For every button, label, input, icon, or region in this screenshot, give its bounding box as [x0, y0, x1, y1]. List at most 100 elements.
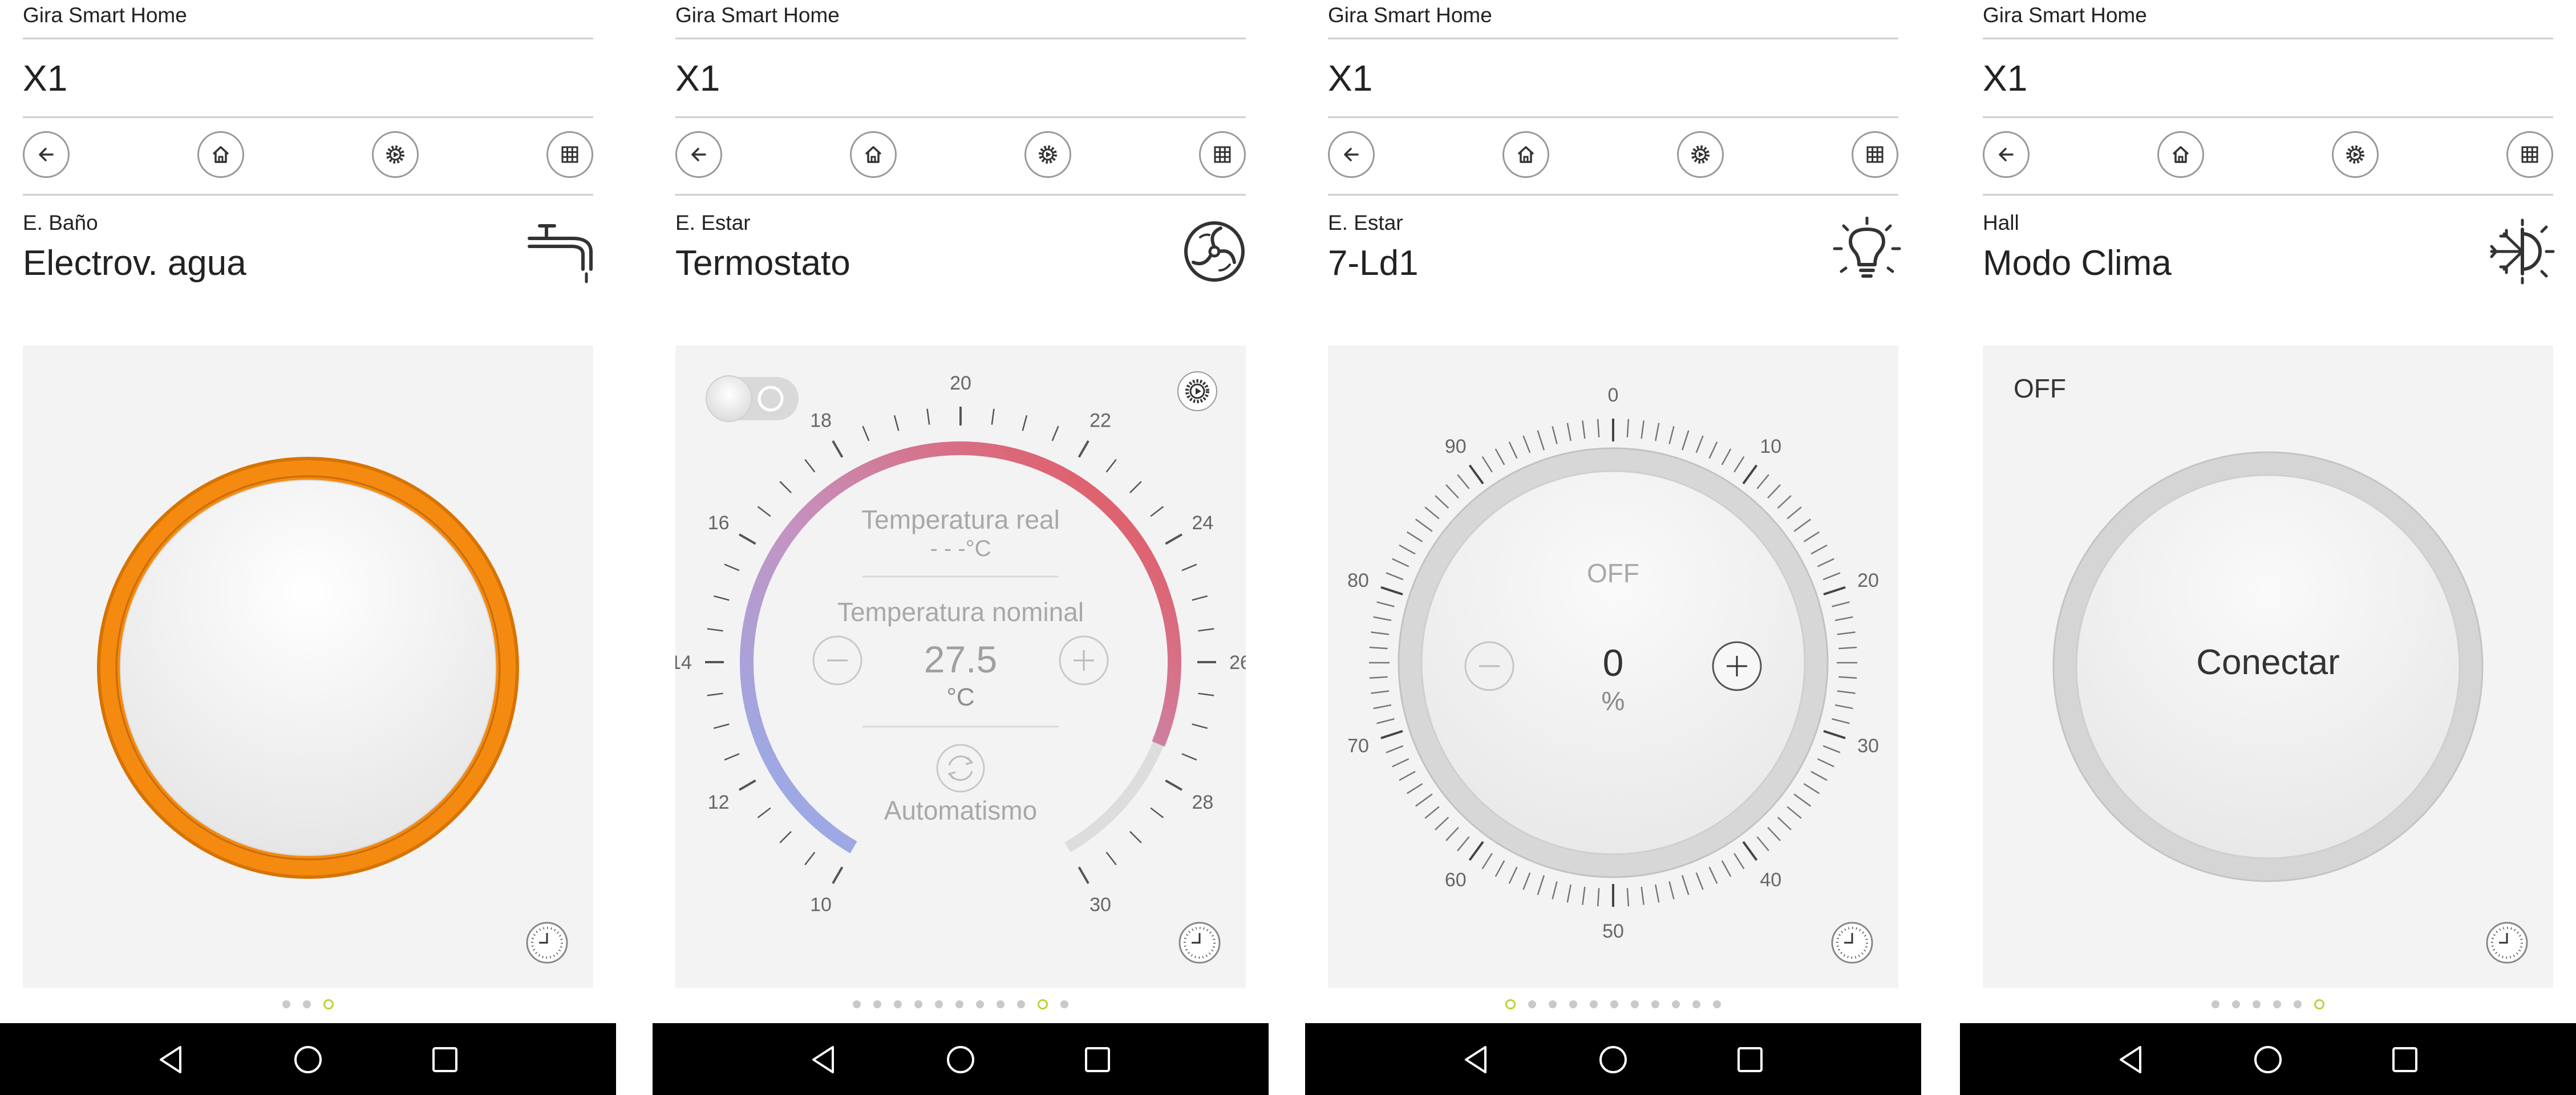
page-dot[interactable] [997, 1000, 1005, 1008]
scale-label: 80 [1347, 570, 1369, 591]
grid-view-button[interactable] [546, 131, 593, 178]
home-button[interactable] [850, 131, 897, 178]
page-dot-active[interactable] [2314, 999, 2324, 1009]
back-button[interactable] [23, 131, 70, 178]
android-recents-icon[interactable] [1733, 1043, 1767, 1077]
scale-tick [1668, 426, 1675, 444]
page-dot[interactable] [1692, 1000, 1700, 1008]
scale-label: 70 [1347, 735, 1369, 757]
scale-tick [1424, 506, 1440, 520]
page-dot-active[interactable] [323, 999, 334, 1009]
page-dot[interactable] [976, 1000, 984, 1008]
app-name: Gira Smart Home [23, 3, 187, 27]
scale-tick [1721, 448, 1732, 465]
home-button[interactable] [1502, 131, 1549, 178]
scale-tick [1376, 601, 1395, 607]
decrease-button[interactable] [812, 635, 862, 686]
android-home-icon[interactable] [2251, 1043, 2285, 1077]
scale-tick [1838, 676, 1857, 679]
scale-tick [1537, 875, 1545, 895]
settings-button[interactable] [1024, 131, 1071, 178]
home-button[interactable] [197, 131, 244, 178]
scale-tick [1597, 419, 1600, 437]
page-dot[interactable] [1060, 1000, 1068, 1008]
android-back-icon[interactable] [1459, 1043, 1493, 1077]
page-dot[interactable] [1610, 1000, 1618, 1008]
scale-label: 30 [1857, 735, 1879, 757]
scale-tick [1051, 425, 1059, 441]
scale-tick [1721, 860, 1732, 877]
page-dot[interactable] [1569, 1000, 1577, 1008]
android-recents-icon[interactable] [2388, 1043, 2422, 1077]
scale-tick [1481, 456, 1493, 473]
timer-clock-icon[interactable] [2485, 920, 2529, 965]
page-dot[interactable] [2253, 1000, 2261, 1008]
scale-tick [1386, 745, 1404, 753]
back-button[interactable] [1983, 131, 2030, 178]
scale-tick [1822, 572, 1841, 581]
android-home-icon[interactable] [291, 1043, 325, 1077]
page-dot[interactable] [955, 1000, 963, 1008]
android-back-icon[interactable] [807, 1043, 841, 1077]
page-dot[interactable] [1631, 1000, 1639, 1008]
switch-button[interactable] [120, 480, 496, 856]
home-icon [865, 146, 882, 163]
grid-view-button[interactable] [2506, 131, 2553, 178]
page-dot[interactable] [1713, 1000, 1721, 1008]
back-button[interactable] [675, 131, 722, 178]
page-dot-active[interactable] [1038, 999, 1048, 1009]
page-dot[interactable] [2232, 1000, 2240, 1008]
scale-tick [1105, 851, 1117, 866]
page-dot-active[interactable] [1505, 999, 1516, 1009]
page-dot[interactable] [853, 1000, 861, 1008]
increase-button[interactable] [1059, 635, 1109, 686]
grid-view-button[interactable] [1199, 131, 1246, 178]
scale-tick [1078, 440, 1089, 458]
android-home-icon[interactable] [1596, 1043, 1630, 1077]
thermostat-settings-icon[interactable] [1177, 371, 1217, 411]
home-button[interactable] [2157, 131, 2204, 178]
page-dot[interactable] [1651, 1000, 1659, 1008]
divider [1983, 194, 2553, 196]
page-dot[interactable] [1528, 1000, 1536, 1008]
scale-tick [1811, 770, 1828, 781]
actual-temperature-value: - - -°C [930, 536, 991, 561]
timer-clock-icon[interactable] [1177, 920, 1222, 965]
settings-button[interactable] [372, 131, 419, 178]
scale-tick [1192, 595, 1208, 601]
divider [1983, 116, 2553, 118]
decrease-button[interactable] [1464, 641, 1514, 691]
page-dot[interactable] [282, 1000, 290, 1008]
settings-button[interactable] [1677, 131, 1724, 178]
page-dot[interactable] [1017, 1000, 1025, 1008]
android-back-icon[interactable] [2114, 1043, 2148, 1077]
page-dot[interactable] [303, 1000, 311, 1008]
timer-clock-icon[interactable] [525, 920, 569, 965]
page-dot[interactable] [2294, 1000, 2302, 1008]
grid-icon [1866, 146, 1884, 163]
page-dot[interactable] [1549, 1000, 1557, 1008]
page-dot[interactable] [1672, 1000, 1680, 1008]
scale-tick [739, 779, 756, 791]
scale-tick [1150, 506, 1164, 517]
android-recents-icon[interactable] [428, 1043, 462, 1077]
settings-button[interactable] [2332, 131, 2379, 178]
page-dot[interactable] [2273, 1000, 2281, 1008]
back-button[interactable] [1328, 131, 1375, 178]
increase-button[interactable] [1712, 641, 1762, 691]
page-dot[interactable] [914, 1000, 922, 1008]
page-dot[interactable] [935, 1000, 943, 1008]
page-dot[interactable] [2212, 1000, 2219, 1008]
app-name: Gira Smart Home [1328, 3, 1492, 27]
android-recents-icon[interactable] [1080, 1043, 1115, 1077]
auto-mode-button[interactable] [936, 744, 985, 793]
grid-view-button[interactable] [1852, 131, 1898, 178]
android-back-icon[interactable] [154, 1043, 188, 1077]
timer-clock-icon[interactable] [1830, 920, 1874, 965]
phone-screen-electrovalve: Gira Smart Home X1 E. Baño Electrov. agu… [0, 0, 616, 1095]
page-dot[interactable] [873, 1000, 881, 1008]
connect-button-label[interactable]: Conectar [2154, 642, 2382, 683]
android-home-icon[interactable] [943, 1043, 978, 1077]
page-dot[interactable] [1590, 1000, 1598, 1008]
page-dot[interactable] [894, 1000, 902, 1008]
